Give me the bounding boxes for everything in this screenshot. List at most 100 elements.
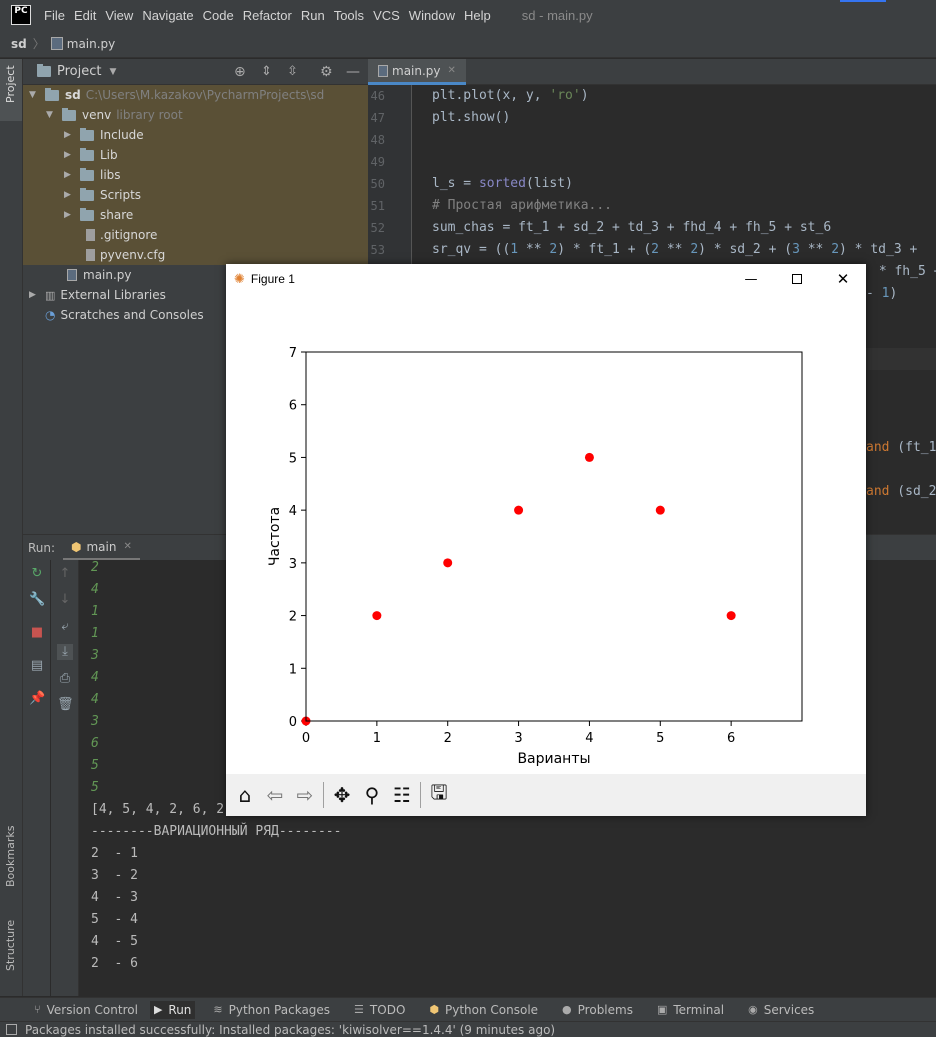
hide-icon[interactable]: — xyxy=(346,64,360,80)
chevron-right-icon[interactable]: ▶ xyxy=(64,190,74,200)
tree-item-gitignore[interactable]: .gitignore xyxy=(23,225,368,245)
chevron-down-icon[interactable]: ▼ xyxy=(29,90,39,100)
pin-icon[interactable]: 📌 xyxy=(29,691,45,707)
tree-venv-name: venv xyxy=(82,108,112,122)
breadcrumb-file[interactable]: main.py xyxy=(67,37,116,51)
locate-icon[interactable]: ⊕ xyxy=(234,64,246,80)
scroll-to-end-icon[interactable]: ⤓ xyxy=(57,644,73,660)
x-tick-label: 1 xyxy=(373,731,381,746)
down-arrow-icon[interactable]: ↓ xyxy=(57,592,73,608)
close-button[interactable]: ✕ xyxy=(820,264,866,294)
code-fragment: * fh_5 + xyxy=(871,264,936,279)
folder-icon xyxy=(80,167,94,181)
tab-version-control[interactable]: ⑂ Version Control xyxy=(34,1003,138,1017)
y-tick-label: 7 xyxy=(289,346,297,361)
y-axis-label: Частота xyxy=(267,507,283,566)
code-line-52: sum_chas = ft_1 + sd_2 + td_3 + fhd_4 + … xyxy=(432,220,832,235)
soft-wrap-icon[interactable]: ⤶ xyxy=(57,619,73,635)
menu-file[interactable]: File xyxy=(44,8,65,23)
minimize-button[interactable]: — xyxy=(728,264,774,294)
menu-navigate[interactable]: Navigate xyxy=(142,8,193,23)
menu-window[interactable]: Window xyxy=(409,8,455,23)
tree-item-pyvenv[interactable]: pyvenv.cfg xyxy=(23,245,368,265)
menu-code[interactable]: Code xyxy=(203,8,234,23)
menu-view[interactable]: View xyxy=(105,8,133,23)
configure-icon[interactable]: ☷ xyxy=(387,780,417,810)
console-output-line: 3 - 2 xyxy=(91,868,138,883)
rerun-icon[interactable]: ↻ xyxy=(29,566,45,582)
y-tick-label: 4 xyxy=(289,504,297,519)
project-panel-title[interactable]: Project xyxy=(57,64,101,79)
print-icon[interactable]: ⎙ xyxy=(57,671,73,687)
play-icon: ▶ xyxy=(153,1003,163,1016)
layout-icon[interactable]: ▤ xyxy=(29,658,45,674)
python-file-icon xyxy=(67,269,77,281)
chevron-right-icon[interactable]: ▶ xyxy=(64,210,74,220)
chevron-right-icon[interactable]: ▶ xyxy=(64,170,74,180)
project-stripe-label[interactable]: Project xyxy=(4,65,17,103)
folder-icon xyxy=(80,147,94,161)
pan-icon[interactable]: ✥ xyxy=(327,780,357,810)
tab-run[interactable]: ▶ Run xyxy=(149,1000,196,1019)
layout-toggle-icon[interactable] xyxy=(6,1024,17,1035)
expand-all-icon[interactable]: ⇕ xyxy=(261,64,272,79)
text-file-icon xyxy=(86,249,95,261)
trash-icon[interactable]: 🗑 xyxy=(57,697,74,713)
code-line-53: sr_qv = ((1 ** 2) * ft_1 + (2 ** 2) * sd… xyxy=(432,242,918,257)
menu-edit[interactable]: Edit xyxy=(74,8,96,23)
tab-services[interactable]: ◉ Services xyxy=(748,1003,814,1017)
info-icon: ● xyxy=(562,1003,572,1016)
data-point xyxy=(514,505,524,515)
code-line-46: plt.plot(x, y, 'ro') xyxy=(432,88,589,103)
console-input-line: 4 xyxy=(91,582,99,597)
breadcrumb-project[interactable]: sd xyxy=(11,37,27,51)
terminal-icon: ▣ xyxy=(656,1003,668,1016)
structure-stripe-label[interactable]: Structure xyxy=(4,920,17,971)
menu-run[interactable]: Run xyxy=(301,8,325,23)
tab-python-console[interactable]: ⬢ Python Console xyxy=(429,1003,538,1017)
tab-todo[interactable]: ☰ TODO xyxy=(354,1003,405,1017)
close-icon[interactable]: ✕ xyxy=(123,541,131,552)
maximize-button[interactable] xyxy=(774,264,820,294)
scratches-icon: ◔ xyxy=(45,308,56,322)
matplotlib-logo-icon: ✺ xyxy=(234,271,245,287)
up-arrow-icon[interactable]: ↑ xyxy=(57,566,73,582)
tree-item-share[interactable]: ▶ share xyxy=(23,205,368,225)
tree-item-venv[interactable]: ▼ venv library root xyxy=(23,105,368,125)
menu-refactor[interactable]: Refactor xyxy=(243,8,292,23)
menu-help[interactable]: Help xyxy=(464,8,491,23)
tree-item-root[interactable]: ▼ sd C:\Users\M.kazakov\PycharmProjects\… xyxy=(23,85,368,105)
x-tick-label: 0 xyxy=(302,731,310,746)
chevron-right-icon[interactable]: ▶ xyxy=(29,290,39,300)
menu-tools[interactable]: Tools xyxy=(334,8,364,23)
tree-item-lib[interactable]: ▶ Lib xyxy=(23,145,368,165)
code-line-47: plt.show() xyxy=(432,110,511,125)
project-dropdown-icon[interactable]: ▼ xyxy=(109,67,116,77)
zoom-icon[interactable]: ⚲ xyxy=(357,780,387,810)
home-icon[interactable]: ⌂ xyxy=(230,780,260,810)
wrench-icon[interactable]: 🔧 xyxy=(29,592,45,608)
tree-item-scripts[interactable]: ▶ Scripts xyxy=(23,185,368,205)
forward-icon[interactable]: ⇨ xyxy=(290,780,320,810)
console-output-line: 4 - 3 xyxy=(91,890,138,905)
tab-python-packages[interactable]: ≋ Python Packages xyxy=(213,1003,330,1017)
editor-tab-main-py[interactable]: main.py ✕ xyxy=(368,59,466,85)
bookmarks-stripe-label[interactable]: Bookmarks xyxy=(4,826,17,887)
tab-terminal[interactable]: ▣ Terminal xyxy=(657,1003,724,1017)
status-message[interactable]: Packages installed successfully: Install… xyxy=(25,1023,555,1037)
close-icon[interactable]: ✕ xyxy=(448,65,456,76)
run-tab-main[interactable]: ⬢ main ✕ xyxy=(63,535,140,561)
tree-item-include[interactable]: ▶ Include xyxy=(23,125,368,145)
back-icon[interactable]: ⇦ xyxy=(260,780,290,810)
chevron-right-icon[interactable]: ▶ xyxy=(64,150,74,160)
stop-icon[interactable]: ■ xyxy=(29,625,45,641)
menu-vcs[interactable]: VCS xyxy=(373,8,400,23)
collapse-all-icon[interactable]: ⇳ xyxy=(287,64,298,79)
figure-titlebar[interactable]: ✺ Figure 1 — ✕ xyxy=(226,264,866,294)
gear-icon[interactable]: ⚙ xyxy=(320,64,333,80)
chevron-down-icon[interactable]: ▼ xyxy=(46,110,56,120)
save-icon[interactable]: 🖫 xyxy=(424,780,454,810)
chevron-right-icon[interactable]: ▶ xyxy=(64,130,74,140)
tab-problems[interactable]: ● Problems xyxy=(562,1003,633,1017)
tree-item-libs[interactable]: ▶ libs xyxy=(23,165,368,185)
